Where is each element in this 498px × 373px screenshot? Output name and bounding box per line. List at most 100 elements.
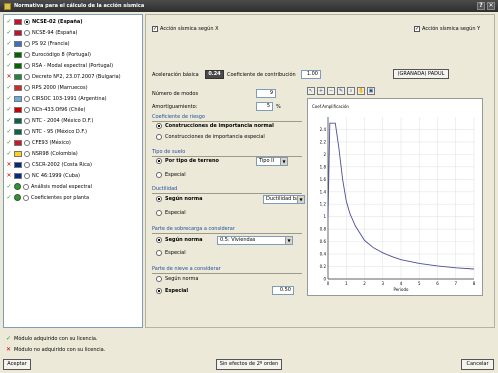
norm-list-item[interactable]: ✓ NSR98 (Colombia) [6, 149, 77, 158]
nieve-title: Parte de nieve a considerar [152, 266, 221, 272]
sismo-y-checkbox[interactable]: ✓ Acción sísmica según Y [414, 26, 480, 32]
norm-radio[interactable] [24, 161, 30, 168]
norm-label: RPS 2000 (Marruecos) [32, 84, 88, 91]
chevron-down-icon: ▼ [285, 237, 292, 244]
norm-list-item[interactable]: ✓ CFE93 (México) [6, 138, 70, 147]
city-button[interactable]: (GRANADA) PADUL [393, 69, 449, 79]
norm-radio[interactable] [24, 18, 30, 25]
accept-button[interactable]: Aceptar [3, 359, 31, 370]
second-order-button[interactable]: Sin efectos de 2º orden [216, 359, 282, 370]
norm-radio[interactable] [24, 84, 30, 91]
acel-field[interactable]: 0.24 [205, 70, 224, 79]
zoom-out-icon[interactable]: − [327, 87, 335, 95]
norm-list-item[interactable]: ✕ CSCR-2002 (Costa Rica) [6, 160, 92, 169]
sismo-x-checkbox[interactable]: ✓ Acción sísmica según X [152, 26, 219, 32]
check-icon: ✓ [6, 18, 12, 25]
check-icon: ✓ [6, 51, 12, 58]
ductilidad-norma-radio[interactable]: Según norma [156, 196, 202, 202]
norm-list-item[interactable]: ✓ RSA - Modal espectral (Portugal) [6, 61, 113, 70]
norm-list-item[interactable]: ✓ NTC - 2004 (México D.F.) [6, 116, 93, 125]
amort-field[interactable]: 5 [256, 102, 273, 111]
suelo-title: Tipo de suelo [152, 149, 186, 155]
norm-list-item[interactable]: ✓ NCSE-94 (España) [6, 28, 77, 37]
suelo-combo[interactable]: Tipo II ▼ [256, 157, 288, 166]
nieve-field[interactable]: 0.50 [272, 286, 294, 295]
close-button[interactable]: ✕ [487, 2, 495, 10]
amort-unit: % [276, 104, 281, 110]
norm-list-item[interactable]: ✓ NCSE-02 (España) [6, 17, 83, 26]
y-tick-label: 2.2 [320, 139, 327, 144]
norm-radio[interactable] [24, 62, 30, 69]
riesgo-title: Coeficiente de riesgo [152, 114, 205, 120]
flag-icon [14, 106, 22, 113]
flag-icon [14, 95, 22, 102]
suelo-terreno-radio[interactable]: Por tipo de terreno [156, 158, 219, 164]
sobrecarga-norma-radio[interactable]: Según norma [156, 237, 202, 243]
riesgo-especial-radio[interactable]: Construcciones de importancia especial [156, 134, 265, 140]
ductilidad-combo[interactable]: Ductilidad baja ▼ [263, 195, 305, 204]
norm-list-item[interactable]: ✓ NTC - 95 (México D.F.) [6, 127, 87, 136]
norm-radio[interactable] [24, 106, 30, 113]
norm-list: ✓ NCSE-02 (España) ✓ NCSE-94 (España) ✓ PS 92… [3, 14, 143, 328]
norm-list-item[interactable]: ✕ Decreto Nº2, 23.07.2007 (Bulgaria) [6, 72, 121, 81]
sobrecarga-especial-radio[interactable]: Especial [156, 250, 186, 256]
check-icon: ✓ [6, 62, 12, 69]
cancel-button[interactable]: Cancelar [461, 359, 494, 370]
norm-radio[interactable] [23, 194, 29, 201]
norm-label: NC 46:1999 (Cuba) [32, 172, 80, 179]
nieve-especial-radio[interactable]: Especial [156, 288, 188, 294]
check-icon: ✓ [6, 40, 12, 47]
sobrecarga-title: Parte de sobrecarga a considerar [152, 226, 235, 232]
cursor-icon[interactable]: ↖ [307, 87, 315, 95]
riesgo-normal-radio[interactable]: Construcciones de importancia normal [156, 123, 274, 129]
norm-radio[interactable] [24, 29, 30, 36]
hand-icon[interactable]: ✋ [357, 87, 365, 95]
fit-icon[interactable]: ▣ [367, 87, 375, 95]
norm-radio[interactable] [24, 128, 30, 135]
norm-label: RSA - Modal espectral (Portugal) [32, 62, 114, 69]
norm-list-item[interactable]: ✓ RPS 2000 (Marruecos) [6, 83, 88, 92]
flag-icon [14, 84, 22, 91]
y-tick-label: 1.2 [320, 202, 327, 207]
norm-radio[interactable] [24, 172, 30, 179]
ductilidad-especial-radio[interactable]: Especial [156, 210, 186, 216]
norm-radio[interactable] [23, 183, 29, 190]
norm-label: NCSE-02 (España) [32, 18, 83, 25]
norm-radio[interactable] [24, 73, 30, 80]
norm-list-item[interactable]: ✓ PS 92 (Francia) [6, 39, 69, 48]
norm-radio[interactable] [24, 40, 30, 47]
flag-icon [14, 161, 22, 168]
norm-list-item[interactable]: ✓ Análisis modal espectral [6, 182, 92, 191]
norm-list-item[interactable]: ✓ CIRSOC 103-1991 (Argentina) [6, 94, 106, 103]
divider [152, 121, 302, 122]
globe-icon [14, 194, 21, 201]
flag-icon [14, 51, 22, 58]
flag-icon [14, 73, 22, 80]
x-axis-label: Periodo [394, 287, 409, 292]
flag-icon [14, 139, 22, 146]
norm-list-item[interactable]: ✕ NC 46:1999 (Cuba) [6, 171, 80, 180]
norm-radio[interactable] [24, 150, 30, 157]
norm-radio[interactable] [24, 139, 30, 146]
help-button[interactable]: ? [477, 2, 485, 10]
norm-radio[interactable] [24, 117, 30, 124]
norm-radio[interactable] [24, 95, 30, 102]
zoom-in-icon[interactable]: + [317, 87, 325, 95]
norm-label: Decreto Nº2, 23.07.2007 (Bulgaria) [32, 73, 121, 80]
pencil-icon[interactable]: ✎ [337, 87, 345, 95]
norm-list-item[interactable]: ✓ NCh-433.Of96 (Chile) [6, 105, 85, 114]
norm-list-item[interactable]: ✓ Coeficientes por planta [6, 193, 89, 202]
norm-list-item[interactable]: ✓ Eurocódigo 8 (Portugal) [6, 50, 90, 59]
coef-field[interactable]: 1.00 [301, 70, 321, 79]
check-icon: ✓ [6, 150, 12, 157]
norm-label: CSCR-2002 (Costa Rica) [32, 161, 92, 168]
modos-field[interactable]: 9 [256, 89, 276, 98]
magnifier-icon[interactable]: ⌕ [347, 87, 355, 95]
norm-radio[interactable] [24, 51, 30, 58]
sobrecarga-combo[interactable]: 0.5: Viviendas ▼ [217, 236, 293, 245]
flag-icon [14, 128, 22, 135]
suelo-especial-radio[interactable]: Especial [156, 172, 186, 178]
check-icon: ✓ [6, 128, 12, 135]
app-icon [4, 2, 11, 10]
nieve-norma-radio[interactable]: Según norma [156, 276, 198, 282]
